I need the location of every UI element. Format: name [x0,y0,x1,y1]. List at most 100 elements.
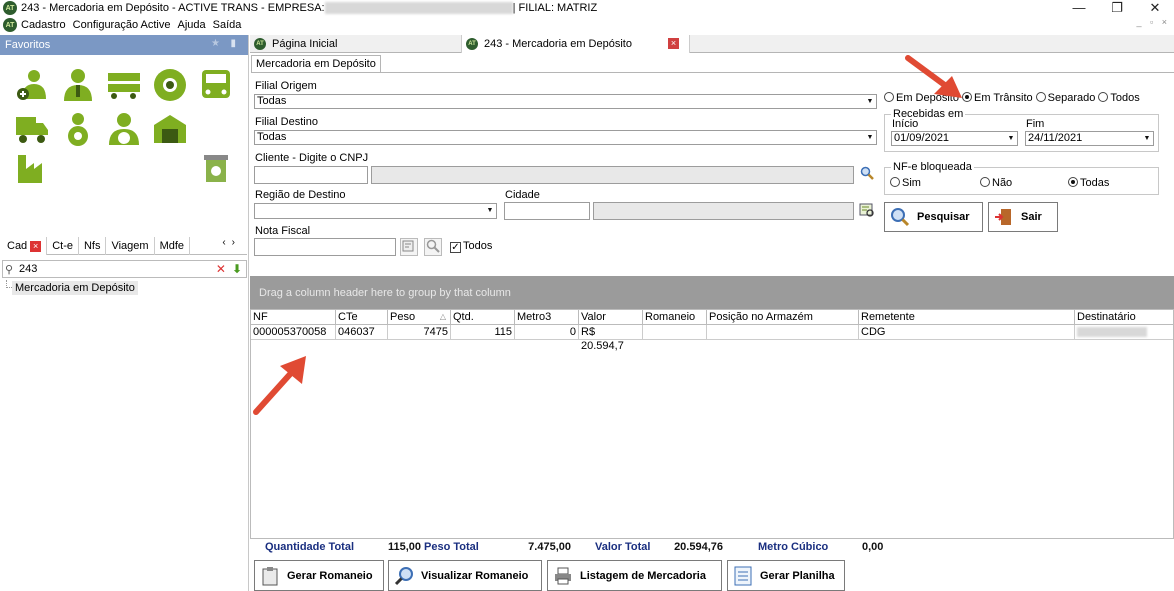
listagem-mercadoria-button[interactable]: Listagem de Mercadoria [547,560,722,591]
radio-todos[interactable]: Todos [1098,92,1140,104]
tab-nfs[interactable]: Nfs [79,236,107,255]
driver-icon[interactable] [60,111,96,147]
gerar-romaneio-button[interactable]: Gerar Romaneio [254,560,384,591]
fim-value: 24/11/2021 [1028,132,1083,144]
nota-list-icon[interactable] [400,238,418,256]
clear-search-icon[interactable]: ✕ [216,262,226,276]
todos-checkbox[interactable]: ✓ Todos [450,240,492,253]
radio-icon[interactable] [961,92,972,102]
menu-saida[interactable]: Saída [213,19,242,31]
col-nf[interactable]: NF [251,310,336,325]
tab-scroll-arrows[interactable]: ‹› [222,237,241,248]
radio-nao[interactable]: Não [980,177,1012,189]
chevron-down-icon[interactable]: ▼ [864,95,876,108]
table-row[interactable]: 000005370058 046037 7475 115 0 R$ 20.594… [251,325,1173,352]
regiao-select[interactable]: ▼ [254,203,497,219]
menu-ajuda[interactable]: Ajuda [177,19,205,31]
gerar-planilha-label: Gerar Planilha [760,569,835,582]
tab-cte[interactable]: Ct-e [47,236,79,255]
tab-mercadoria[interactable]: AT 243 - Mercadoria em Depósito × [462,35,690,53]
nota-fiscal-input[interactable] [254,238,396,256]
menu-configuracao[interactable]: Configuração Active [73,19,171,31]
fim-date-picker[interactable]: 24/11/2021 ▼ [1025,131,1154,146]
valor-total-value: 20.594,76 [674,540,723,553]
peso-total-label: Peso Total [424,540,479,553]
radio-icon[interactable] [1068,177,1078,187]
close-window-button[interactable]: ✕ [1136,0,1174,16]
warehouse-icon[interactable] [152,111,188,147]
sort-up-icon: △ [439,312,446,321]
star-icon[interactable]: ★ [211,38,220,49]
radio-todas[interactable]: Todas [1068,177,1109,189]
tab-pagina-inicial[interactable]: AT Página Inicial [250,35,462,53]
close-icon[interactable]: × [30,240,42,252]
visualizar-romaneio-button[interactable]: Visualizar Romaneio [388,560,542,591]
chevron-down-icon[interactable]: ▼ [864,131,876,144]
driver-steering-icon[interactable] [106,111,142,147]
go-arrow-icon[interactable]: ⬇ [232,262,242,276]
menu-cadastro[interactable]: Cadastro [21,19,66,31]
filial-origem-select[interactable]: Todas ▼ [254,94,877,109]
radio-icon[interactable] [884,92,894,102]
tab-mdfe[interactable]: Mdfe [155,236,191,255]
gerar-planilha-button[interactable]: Gerar Planilha [727,560,845,591]
inner-tab-mercadoria[interactable]: Mercadoria em Depósito [251,55,381,73]
col-valor[interactable]: Valor [579,310,643,325]
pesquisar-button[interactable]: Pesquisar [884,202,983,232]
factory-icon[interactable] [14,151,50,187]
cell-destinatario [1075,325,1173,340]
tab-viagem[interactable]: Viagem [106,236,155,255]
tree-item-mercadoria[interactable]: Mercadoria em Depósito [12,281,138,295]
recycle-bin-icon[interactable] [198,151,234,187]
bus-icon[interactable] [198,67,234,103]
nota-search-icon[interactable] [424,238,442,256]
col-qtd[interactable]: Qtd. [451,310,515,325]
col-peso[interactable]: Peso △ [388,310,451,325]
pin-icon[interactable]: ▮ [230,38,236,49]
col-cte[interactable]: CTe [336,310,388,325]
nfe-bloqueada-group: NF-e bloqueada [884,161,1159,195]
radio-icon[interactable] [980,177,990,187]
tab-cad[interactable]: Cad × [2,236,48,255]
delivery-truck-icon[interactable] [14,111,50,147]
person-icon[interactable] [60,67,96,103]
col-romaneio[interactable]: Romaneio [643,310,707,325]
radio-separado[interactable]: Separado [1035,92,1095,104]
results-grid: NF CTe Peso △ Qtd. Metro3 Valor Romaneio … [250,309,1174,539]
radio-icon[interactable] [1098,92,1109,102]
grid-header: NF CTe Peso △ Qtd. Metro3 Valor Romaneio … [251,310,1173,325]
col-posicao[interactable]: Posição no Armazém [707,310,859,325]
restore-button[interactable]: ❐ [1098,0,1136,16]
chevron-down-icon[interactable]: ▼ [484,204,496,217]
inicio-date-picker[interactable]: 01/09/2021 ▼ [891,131,1018,146]
mdi-controls[interactable]: _ ▫ × [1137,17,1170,27]
cliente-cnpj-input[interactable] [254,166,368,184]
driver-wheel-icon[interactable] [152,67,188,103]
radio-sim[interactable]: Sim [890,177,921,189]
radio-icon[interactable] [890,177,900,187]
user-add-icon[interactable] [14,67,50,103]
radio-em-deposito[interactable]: Em Depósito [884,92,959,104]
map-search-icon[interactable] [858,202,876,220]
gerar-romaneio-label: Gerar Romaneio [287,569,373,582]
col-remetente[interactable]: Remetente [859,310,1075,325]
col-metro3[interactable]: Metro3 [515,310,579,325]
tab-label: 243 - Mercadoria em Depósito [484,38,632,50]
chevron-down-icon[interactable]: ▼ [1005,132,1017,145]
search-input[interactable]: 243 [19,263,216,275]
minimize-button[interactable]: — [1060,0,1098,16]
favorites-search[interactable]: ⚲ 243 ✕ ⬇ [2,260,247,278]
group-by-bar[interactable]: Drag a column header here to group by th… [250,276,1174,309]
col-destinatario[interactable]: Destinatário [1075,310,1173,325]
chevron-down-icon[interactable]: ▼ [1141,132,1153,145]
close-tab-icon[interactable]: × [668,38,679,49]
trucks-fleet-icon[interactable] [106,67,142,103]
filial-destino-select[interactable]: Todas ▼ [254,130,877,145]
cidade-code-input[interactable] [504,202,590,220]
radio-em-transito[interactable]: Em Trânsito [961,92,1033,104]
search-cliente-icon[interactable] [858,166,876,184]
sair-button[interactable]: Sair [988,202,1058,232]
tab-label: Página Inicial [272,38,338,50]
radio-icon[interactable] [1035,92,1046,102]
checkbox-icon[interactable]: ✓ [450,242,461,253]
